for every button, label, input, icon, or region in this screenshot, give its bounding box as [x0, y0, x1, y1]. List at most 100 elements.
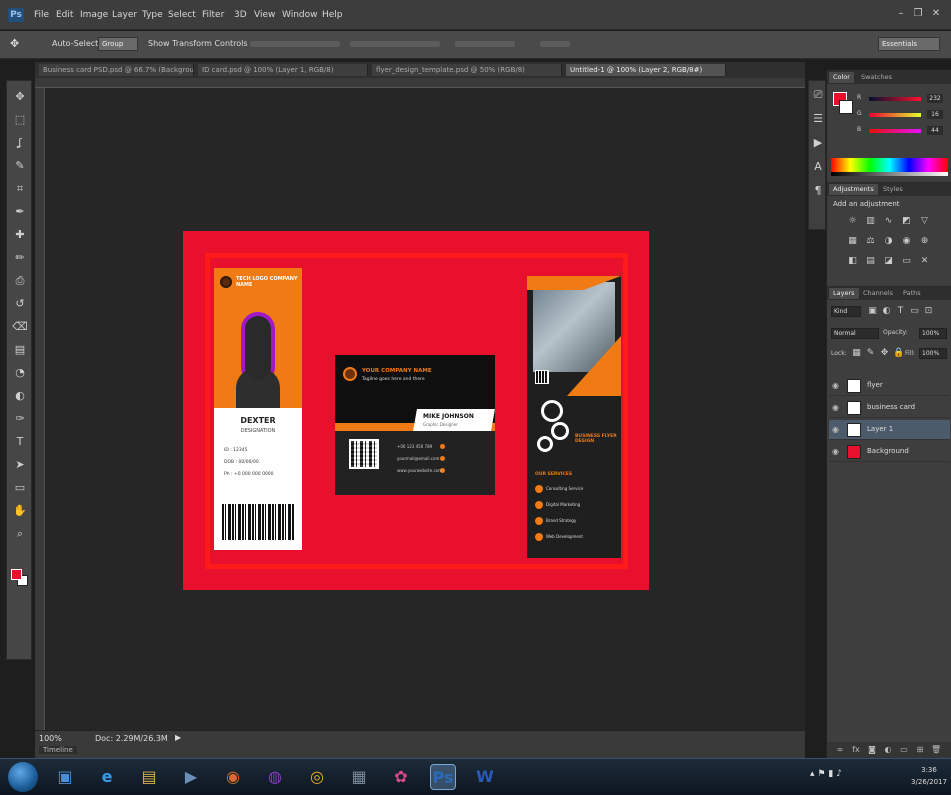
hue-saturation-icon[interactable]: ▦ — [847, 236, 858, 247]
start-button[interactable] — [8, 762, 38, 792]
filter-adjust-icon[interactable]: ◐ — [881, 306, 892, 317]
path-select-icon[interactable]: ➤ — [12, 457, 28, 473]
tray-arrow-icon[interactable]: ▴ — [810, 769, 815, 779]
word-icon[interactable]: W — [472, 764, 498, 790]
firefox-icon[interactable]: ◉ — [220, 764, 246, 790]
tab-id-card[interactable]: ID card.psd @ 100% (Layer 1, RGB/8) — [198, 64, 368, 76]
filter-pixel-icon[interactable]: ▣ — [867, 306, 878, 317]
menu-edit[interactable]: Edit — [56, 10, 73, 20]
brush-icon[interactable]: ✏ — [12, 250, 28, 266]
visibility-eye-icon[interactable]: ◉ — [832, 403, 839, 412]
photo-filter-icon[interactable]: ◉ — [901, 236, 912, 247]
layer-name[interactable]: business card — [867, 403, 915, 411]
red-value[interactable]: 232 — [927, 94, 943, 103]
layer-style-icon[interactable]: fx — [851, 745, 861, 755]
monitor-icon[interactable]: ▦ — [346, 764, 372, 790]
green-track[interactable] — [869, 113, 921, 117]
horizontal-ruler[interactable] — [35, 78, 805, 88]
delete-layer-icon[interactable]: 🗑 — [931, 745, 941, 755]
history-brush-icon[interactable]: ↺ — [12, 296, 28, 312]
visibility-eye-icon[interactable]: ◉ — [832, 425, 839, 434]
hand-icon[interactable]: ✋ — [12, 503, 28, 519]
filter-shape-icon[interactable]: ▭ — [909, 306, 920, 317]
layer-name[interactable]: Background — [867, 447, 909, 455]
quick-select-icon[interactable]: ✎ — [12, 158, 28, 174]
actions-panel-icon[interactable]: ▶ — [810, 135, 826, 151]
color-balance-icon[interactable]: ⚖ — [865, 236, 876, 247]
exposure-icon[interactable]: ◩ — [901, 216, 912, 227]
paint-icon[interactable]: ✿ — [388, 764, 414, 790]
fill-field[interactable]: 100% — [919, 348, 947, 359]
tab-channels[interactable]: Channels — [859, 288, 897, 299]
zoom-icon[interactable]: ⌕ — [12, 526, 28, 542]
blend-mode-dropdown[interactable]: Normal — [831, 328, 879, 339]
layer-row-flyer[interactable]: ◉ flyer — [829, 376, 950, 396]
layer-name[interactable]: Layer 1 — [867, 425, 893, 433]
tab-color[interactable]: Color — [829, 72, 854, 83]
photoshop-icon[interactable]: Ps — [430, 764, 456, 790]
red-track[interactable] — [869, 97, 921, 101]
color-spectrum[interactable] — [831, 158, 948, 172]
tab-swatches[interactable]: Swatches — [857, 72, 896, 83]
new-layer-icon[interactable]: ⊞ — [915, 745, 925, 755]
properties-panel-icon[interactable]: ☰ — [810, 111, 826, 127]
layer-filter-kind[interactable]: Kind — [831, 306, 861, 317]
grayscale-ramp[interactable] — [831, 172, 948, 176]
adjustment-layer-icon[interactable]: ◐ — [883, 745, 893, 755]
timeline-tab[interactable]: Timeline — [39, 746, 77, 754]
dodge-icon[interactable]: ◐ — [12, 388, 28, 404]
vertical-ruler[interactable] — [35, 88, 45, 730]
business-card-mockup[interactable]: YOUR COMPANY NAME Tagline goes here and … — [335, 355, 495, 495]
type-icon[interactable]: T — [12, 434, 28, 450]
eyedropper-icon[interactable]: ✒ — [12, 204, 28, 220]
tab-flyer[interactable]: flyer_design_template.psd @ 50% (RGB/8) — [372, 64, 562, 76]
menu-type[interactable]: Type — [142, 10, 163, 20]
tab-paths[interactable]: Paths — [899, 288, 925, 299]
folder-icon[interactable]: ▤ — [136, 764, 162, 790]
zoom-level[interactable]: 100% — [39, 734, 62, 743]
menu-window[interactable]: Window — [282, 10, 318, 20]
selective-color-icon[interactable]: ✕ — [919, 256, 930, 267]
marquee-icon[interactable]: ⬚ — [12, 112, 28, 128]
align-buttons[interactable] — [250, 41, 340, 47]
tab-business-card[interactable]: Business card PSD.psd @ 66.7% (Backgroun… — [39, 64, 194, 76]
levels-icon[interactable]: ▥ — [865, 216, 876, 227]
foreground-color-swatch[interactable] — [11, 569, 22, 580]
lock-pixels-icon[interactable]: ▦ — [851, 348, 862, 359]
visibility-eye-icon[interactable]: ◉ — [832, 381, 839, 390]
minimize-button[interactable]: – — [895, 8, 907, 20]
threshold-icon[interactable]: ◪ — [883, 256, 894, 267]
brightness-icon[interactable]: ☼ — [847, 216, 858, 227]
status-menu-arrow-icon[interactable]: ▶ — [175, 733, 181, 742]
menu-filter[interactable]: Filter — [202, 10, 224, 20]
color-background-swatch[interactable] — [839, 100, 853, 114]
ie-icon[interactable]: e — [94, 764, 120, 790]
invert-icon[interactable]: ◧ — [847, 256, 858, 267]
gradient-map-icon[interactable]: ▭ — [901, 256, 912, 267]
lasso-icon[interactable]: ʆ — [12, 135, 28, 151]
filter-smart-icon[interactable]: ⊡ — [923, 306, 934, 317]
tab-layers[interactable]: Layers — [829, 288, 859, 299]
menu-view[interactable]: View — [254, 10, 275, 20]
link-layers-icon[interactable]: ∞ — [835, 745, 845, 755]
menu-image[interactable]: Image — [80, 10, 108, 20]
clock[interactable]: 3:36 3/26/2017 — [910, 764, 948, 788]
black-white-icon[interactable]: ◑ — [883, 236, 894, 247]
distribute-buttons[interactable] — [350, 41, 440, 47]
menu-file[interactable]: File — [34, 10, 49, 20]
auto-select-label[interactable]: Auto-Select: — [52, 37, 101, 51]
menu-3d[interactable]: 3D — [234, 10, 247, 20]
pen-icon[interactable]: ✑ — [12, 411, 28, 427]
app-purple-icon[interactable]: ◍ — [262, 764, 288, 790]
blue-value[interactable]: 44 — [927, 126, 943, 135]
auto-select-dropdown[interactable]: Group — [98, 37, 138, 51]
blue-slider[interactable]: B 44 — [857, 126, 949, 136]
show-transform-checkbox[interactable]: Show Transform Controls — [148, 37, 248, 51]
flag-icon[interactable]: ⚑ — [817, 769, 825, 779]
paragraph-panel-icon[interactable]: ¶ — [810, 183, 826, 199]
eraser-icon[interactable]: ⌫ — [12, 319, 28, 335]
opacity-field[interactable]: 100% — [919, 328, 947, 339]
green-slider[interactable]: G 16 — [857, 110, 949, 120]
layer-row-background[interactable]: ◉ Background — [829, 442, 950, 462]
layer-mask-icon[interactable]: ◙ — [867, 745, 877, 755]
